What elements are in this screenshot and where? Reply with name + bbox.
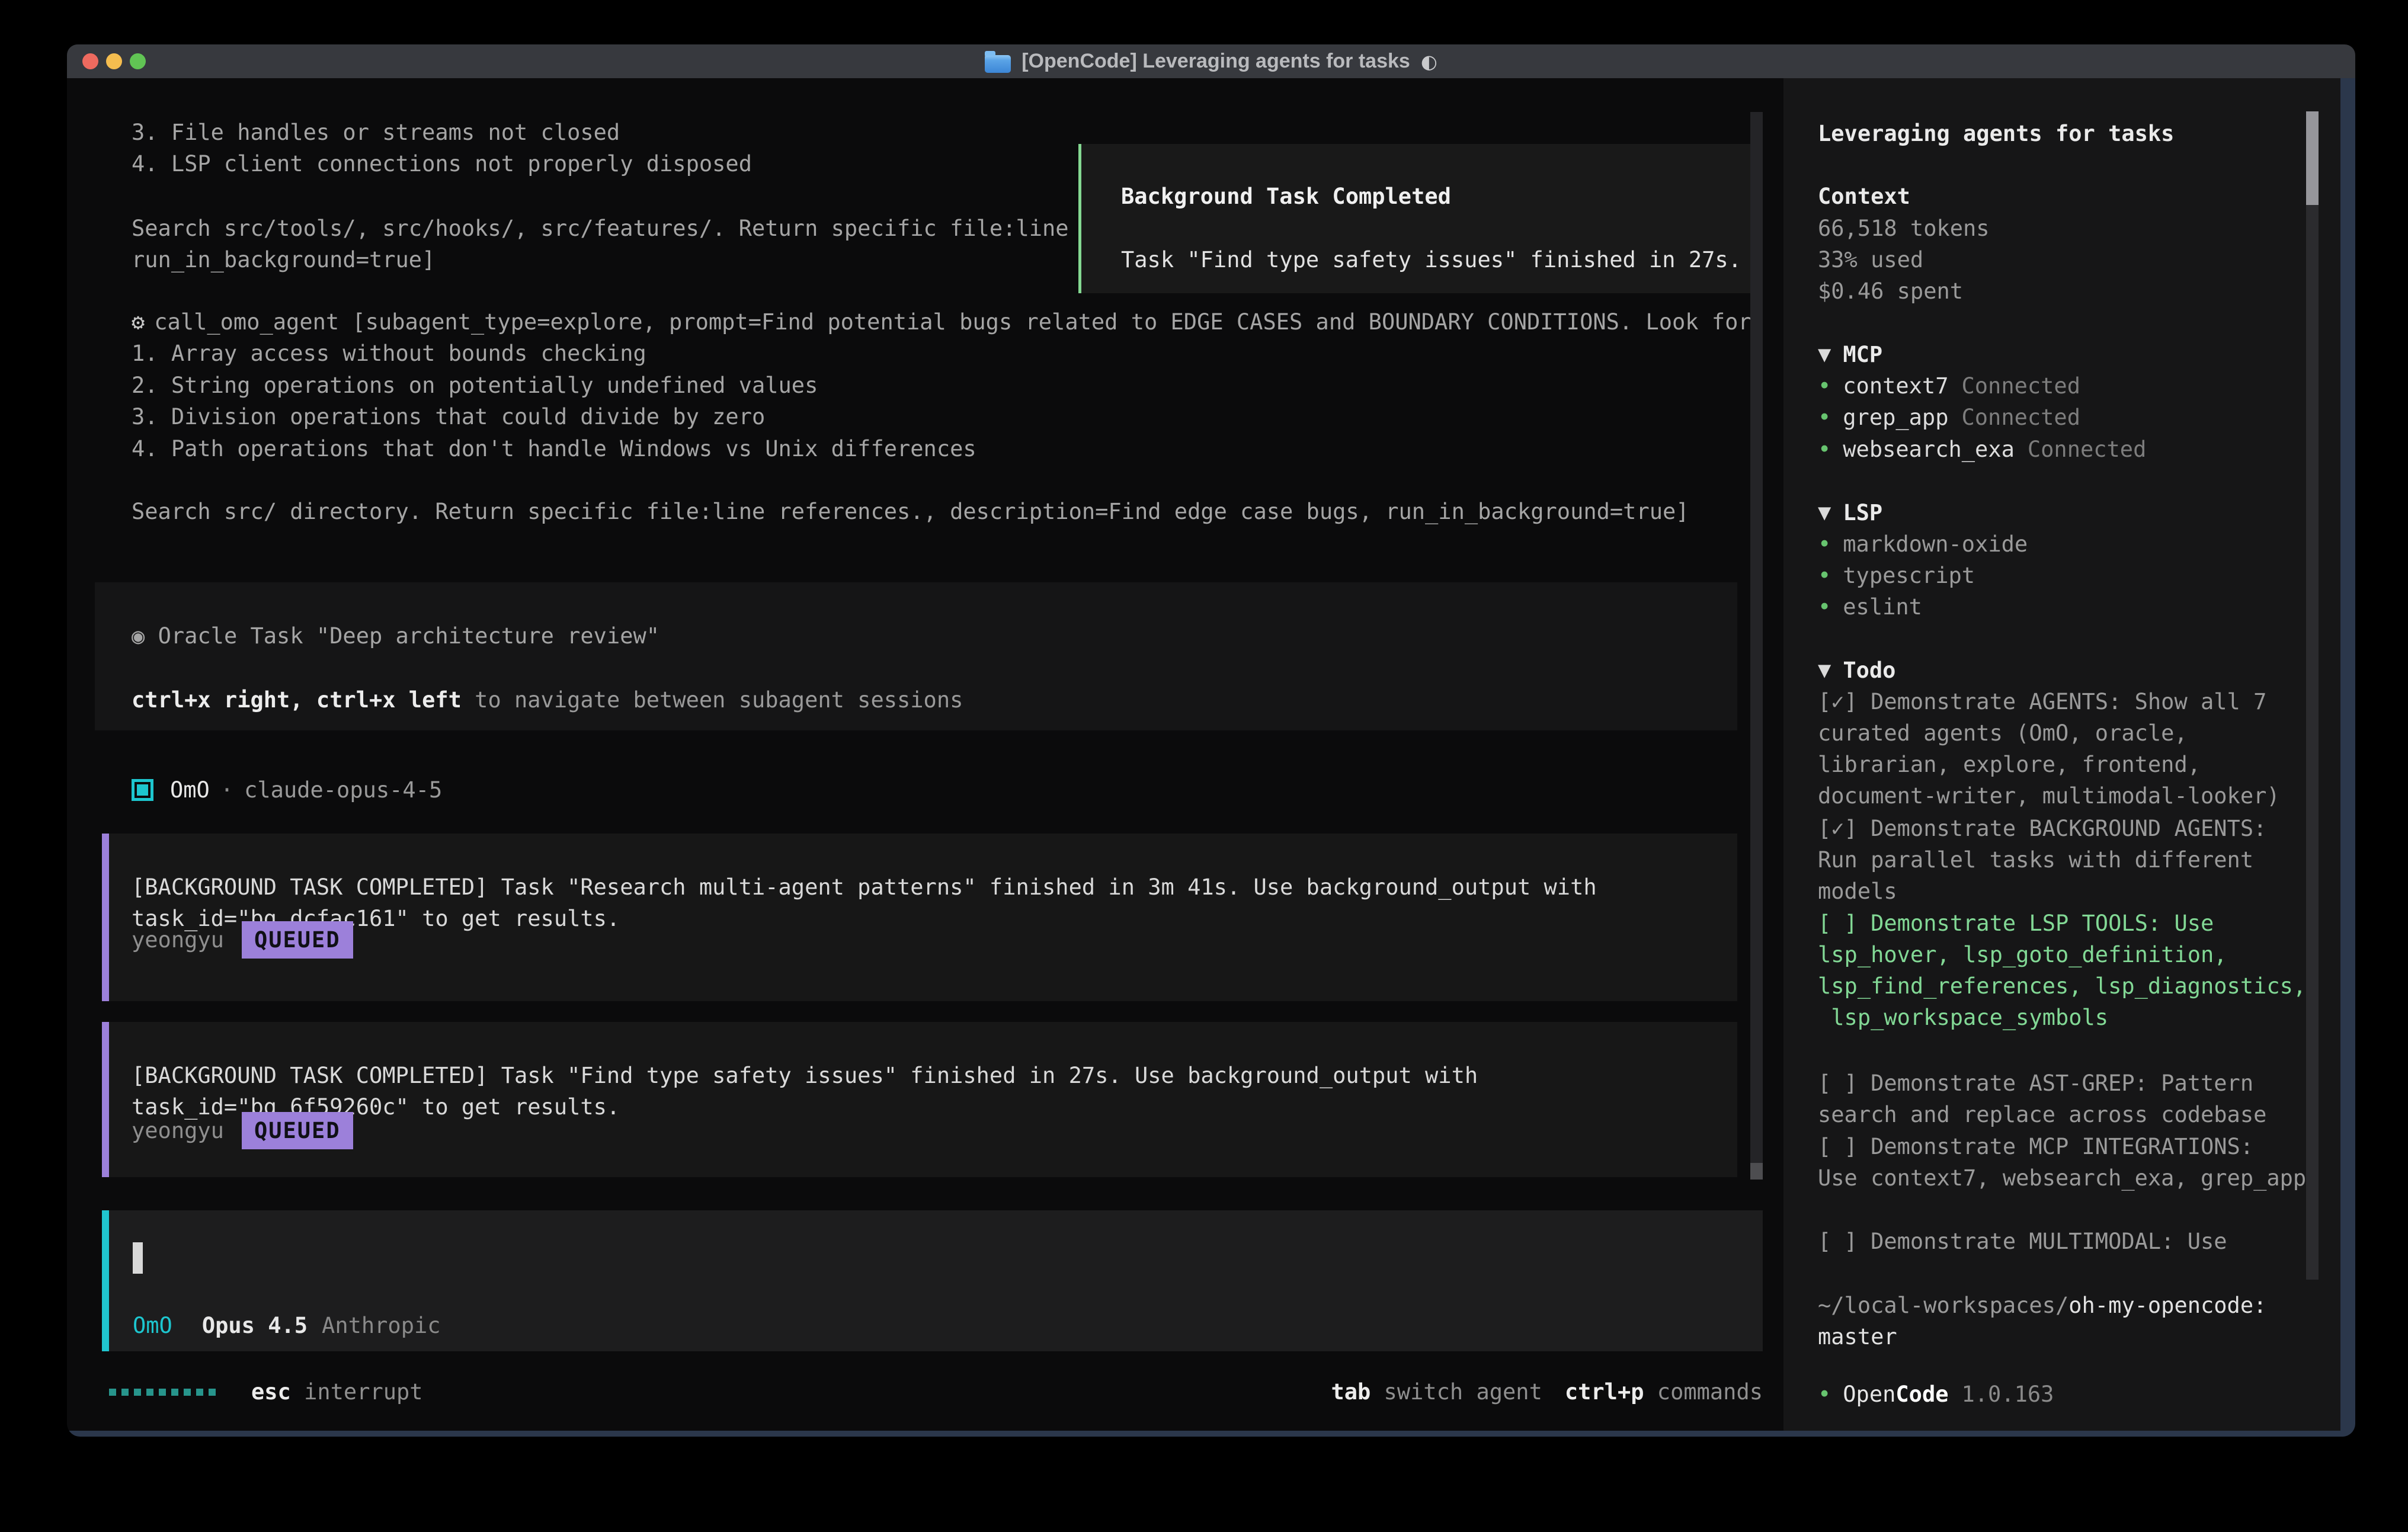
tool-call-item: 4. Path operations that don't handle Win…	[132, 433, 976, 464]
subagent-nav-hint: ctrl+x right, ctrl+x left to navigate be…	[132, 684, 963, 716]
status-dot-icon: •	[1818, 370, 1831, 402]
message-card: [BACKGROUND TASK COMPLETED] Task "Resear…	[102, 834, 1737, 1001]
text-cursor	[133, 1242, 143, 1274]
app-window: [OpenCode] Leveraging agents for tasks ◐…	[67, 44, 2355, 1437]
chevron-down-icon: ▼	[1818, 339, 1831, 370]
terminal-scrollbar-track[interactable]	[1750, 112, 1763, 1179]
commands-hint: ctrl+p commands	[1565, 1376, 1763, 1408]
session-title: Leveraging agents for tasks	[1818, 118, 2174, 149]
status-dot-icon: •	[1818, 402, 1831, 433]
todo-item-pending: [ ] Demonstrate AST-GREP: Pattern search…	[1818, 1068, 2266, 1130]
scrollback-line: 4. LSP client connections not properly d…	[132, 148, 752, 180]
window-right-edge	[2340, 78, 2355, 1437]
oracle-task-title-row: ◉ Oracle Task "Deep architecture review"	[132, 620, 659, 652]
mcp-item: •grep_appConnected	[1818, 402, 2080, 433]
app-version: 1.0.163	[1962, 1379, 2054, 1410]
hint-keys: ctrl+x right, ctrl+x left	[132, 687, 462, 713]
workspace-path: ~/local-workspaces/oh-my-opencode:	[1818, 1290, 2266, 1321]
workspace-branch: master	[1818, 1321, 1897, 1352]
status-dot-icon: •	[1818, 528, 1831, 560]
context-spent: $0.46 spent	[1818, 275, 1963, 307]
scrollback-line: Search src/tools/, src/hooks/, src/featu…	[132, 213, 1069, 244]
sidebar-pane: Leveraging agents for tasks Context 66,5…	[1783, 78, 2340, 1437]
context-heading: Context	[1818, 181, 1910, 212]
traffic-lights	[82, 53, 146, 69]
background-task-toast: Background Task Completed Task "Find typ…	[1078, 144, 1757, 293]
minimize-button[interactable]	[106, 53, 122, 69]
todo-item-done: [✓] Demonstrate AGENTS: Show all 7 curat…	[1818, 686, 2280, 812]
agent-name: OmO	[170, 774, 210, 806]
message-author: yeongyu	[132, 1115, 224, 1146]
agent-model: claude-opus-4-5	[244, 774, 442, 806]
agent-separator: ·	[220, 774, 233, 806]
todo-item-active: [ ] Demonstrate LSP TOOLS: Use lsp_hover…	[1818, 908, 2306, 1033]
lsp-section-header[interactable]: ▼LSP	[1818, 497, 1882, 528]
status-dot-icon: •	[1818, 434, 1831, 465]
lsp-item: •typescript	[1818, 560, 1975, 591]
tool-call-footer: Search src/ directory. Return specific f…	[132, 496, 1689, 527]
context-used: 33% used	[1818, 244, 1923, 275]
status-dot-icon: •	[1818, 591, 1831, 623]
message-card: [BACKGROUND TASK COMPLETED] Task "Find t…	[102, 1022, 1737, 1177]
mcp-item: •websearch_exaConnected	[1818, 434, 2146, 465]
status-dot-icon: •	[1818, 1379, 1831, 1410]
window-bottom-edge	[67, 1431, 2355, 1437]
esc-key-hint: esc	[251, 1376, 291, 1408]
toast-title: Background Task Completed	[1121, 181, 1451, 212]
status-badge: QUEUED	[242, 921, 353, 959]
oracle-task-title: Oracle Task "Deep architecture review"	[158, 623, 659, 649]
input-model: Opus 4.5	[202, 1310, 308, 1341]
tool-call-item: 3. Division operations that could divide…	[132, 401, 765, 432]
mcp-item: •context7Connected	[1818, 370, 2080, 402]
app-name: Open	[1843, 1379, 1895, 1410]
input-provider: Anthropic	[322, 1310, 440, 1341]
app-version-row: • OpenCode 1.0.163	[1818, 1379, 2054, 1410]
todo-item-pending: [ ] Demonstrate MCP INTEGRATIONS: Use co…	[1818, 1131, 2306, 1194]
agent-square-icon	[132, 779, 153, 801]
gear-icon: ⚙	[132, 309, 145, 335]
prompt-input[interactable]: OmO Opus 4.5 Anthropic	[102, 1210, 1763, 1351]
status-bar-left: esc interrupt	[109, 1376, 423, 1408]
tool-call-header-row: ⚙ call_omo_agent [subagent_type=explore, …	[132, 306, 1751, 338]
mcp-section-header[interactable]: ▼MCP	[1818, 339, 1882, 370]
lsp-item: •markdown-oxide	[1818, 528, 2028, 560]
titlebar: [OpenCode] Leveraging agents for tasks ◐	[67, 44, 2355, 78]
half-circle-icon: ◐	[1421, 50, 1437, 73]
context-tokens: 66,518 tokens	[1818, 213, 1990, 244]
record-icon: ◉	[132, 623, 145, 649]
chevron-down-icon: ▼	[1818, 497, 1831, 528]
tab-hint: tab switch agent	[1331, 1376, 1542, 1408]
sidebar-scrollbar-thumb[interactable]	[2306, 111, 2319, 205]
todo-item-done: [✓] Demonstrate BACKGROUND AGENTS: Run p…	[1818, 813, 2266, 907]
lsp-item: •eslint	[1818, 591, 1922, 623]
folder-icon	[985, 55, 1011, 73]
status-dot-icon: •	[1818, 560, 1831, 591]
scrollback-line: run_in_background=true]	[132, 244, 435, 275]
window-title-group: [OpenCode] Leveraging agents for tasks ◐	[985, 50, 1437, 73]
input-meta-row: OmO Opus 4.5 Anthropic	[133, 1310, 441, 1341]
sidebar-scrollbar-track[interactable]	[2306, 111, 2319, 1280]
message-author: yeongyu	[132, 924, 224, 956]
todo-section-header[interactable]: ▼Todo	[1818, 655, 1895, 686]
scrollback-line: 3. File handles or streams not closed	[132, 117, 620, 148]
toast-body: Task "Find type safety issues" finished …	[1121, 244, 1741, 275]
tool-call-item: 1. Array access without bounds checking	[132, 338, 646, 369]
window-title: [OpenCode] Leveraging agents for tasks	[1022, 50, 1410, 73]
hint-text: to navigate between subagent sessions	[462, 687, 963, 713]
oracle-task-card[interactable]: ◉ Oracle Task "Deep architecture review"…	[95, 582, 1737, 730]
chevron-down-icon: ▼	[1818, 655, 1831, 686]
status-bar-right: tab switch agent ctrl+p commands	[1331, 1376, 1763, 1408]
close-button[interactable]	[82, 53, 98, 69]
spinner-dots	[109, 1389, 216, 1396]
todo-item-pending: [ ] Demonstrate MULTIMODAL: Use	[1818, 1226, 2227, 1257]
agent-header: OmO · claude-opus-4-5	[132, 774, 442, 806]
tool-call-item: 2. String operations on potentially unde…	[132, 370, 818, 401]
esc-action: interrupt	[291, 1376, 423, 1408]
status-badge: QUEUED	[242, 1112, 353, 1149]
input-agent: OmO	[133, 1310, 172, 1341]
terminal-scrollbar-thumb[interactable]	[1750, 1163, 1763, 1180]
zoom-button[interactable]	[130, 53, 146, 69]
tool-call-header: call_omo_agent [subagent_type=explore, p…	[154, 309, 1751, 335]
